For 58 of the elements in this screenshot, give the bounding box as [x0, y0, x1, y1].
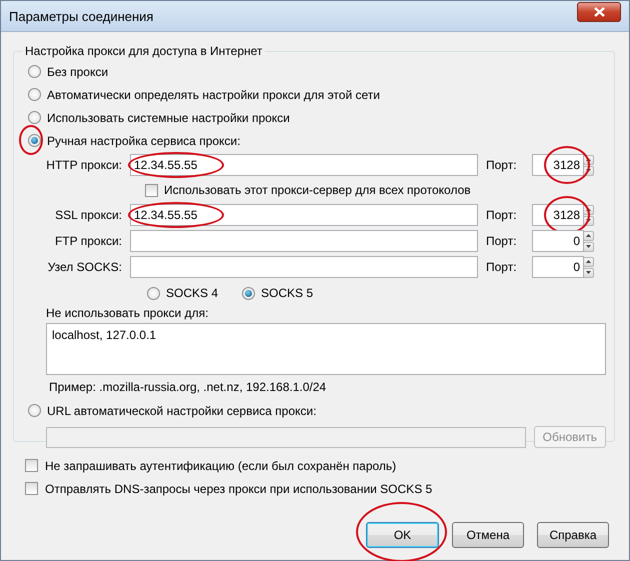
spin-up-button[interactable] [583, 256, 594, 266]
spin-down-button[interactable] [583, 242, 594, 252]
window-title: Параметры соединения [9, 8, 154, 24]
up-arrow-icon [586, 260, 591, 263]
checkbox-label[interactable]: Использовать этот прокси-сервер для всех протоколов [164, 183, 471, 197]
spin-up-button[interactable] [583, 230, 594, 240]
up-arrow-icon [586, 234, 591, 237]
radio-button[interactable] [147, 286, 160, 300]
field-label: HTTP прокси: [45, 158, 122, 172]
radio-button[interactable] [28, 111, 41, 124]
down-arrow-icon [586, 219, 591, 222]
port-field[interactable]: 0 [532, 256, 584, 278]
close-button[interactable] [577, 2, 621, 22]
port-label: Порт: [486, 158, 518, 172]
down-arrow-icon [586, 169, 591, 172]
port-field[interactable]: 0 [532, 230, 584, 252]
checkbox-label[interactable]: Отправлять DNS-запросы через прокси при использовании SOCKS 5 [45, 482, 432, 496]
radio-button[interactable] [28, 134, 41, 147]
field-value: 12.34.55.55 [134, 208, 198, 222]
radio-label[interactable]: Ручная настройка сервиса прокси: [47, 134, 240, 148]
port-label: Порт: [486, 234, 518, 248]
down-arrow-icon [586, 245, 591, 248]
dialog-button[interactable]: OK [366, 522, 439, 548]
port-field[interactable]: 3128 [532, 154, 584, 176]
radio-label[interactable]: Использовать системные настройки прокси [47, 110, 290, 124]
up-arrow-icon [586, 208, 591, 211]
spin-down-button[interactable] [583, 268, 594, 278]
checkbox-label[interactable]: Не запрашивать аутентификацию (если был сохранён пароль) [45, 458, 396, 472]
close-icon [594, 7, 604, 17]
field-label: Узел SOCKS: [46, 260, 122, 274]
radio-label[interactable]: SOCKS 5 [261, 286, 314, 300]
port-label: Порт: [486, 260, 518, 274]
field-label: SSL прокси: [54, 208, 122, 222]
radio-button[interactable] [242, 286, 256, 300]
radio-label[interactable]: Автоматически определять настройки прокси для этой сети [47, 88, 380, 102]
port-field[interactable]: 3128 [532, 204, 584, 226]
text-area[interactable]: localhost, 127.0.0.1 [46, 323, 606, 375]
example-text: Пример: .mozilla-russia.org, .net.nz, 192.168.1.0/24 [48, 379, 328, 396]
field-label: Не использовать прокси для: [46, 306, 210, 320]
checkbox[interactable] [25, 482, 38, 495]
input-field[interactable]: 12.34.55.55 [130, 154, 478, 176]
input-field[interactable] [130, 256, 478, 278]
up-arrow-icon [586, 158, 591, 161]
input-field[interactable] [130, 230, 478, 252]
field-label: FTP прокси: [54, 234, 122, 248]
radio-button[interactable] [28, 65, 41, 78]
port-label: Порт: [486, 208, 518, 222]
checkbox[interactable] [25, 459, 38, 472]
field-value: 12.34.55.55 [134, 158, 198, 172]
dialog-button[interactable]: Отмена [452, 522, 524, 548]
down-arrow-icon [586, 271, 591, 274]
group-title: Настройка прокси для доступа в Интернет [24, 44, 264, 58]
dialog-button[interactable]: Справка [537, 522, 609, 548]
radio-label[interactable]: Без прокси [47, 64, 108, 78]
radio-button[interactable] [28, 88, 41, 101]
input-field[interactable]: 12.34.55.55 [130, 204, 478, 226]
radio-label[interactable]: SOCKS 4 [166, 286, 218, 300]
checkbox[interactable] [145, 184, 158, 196]
